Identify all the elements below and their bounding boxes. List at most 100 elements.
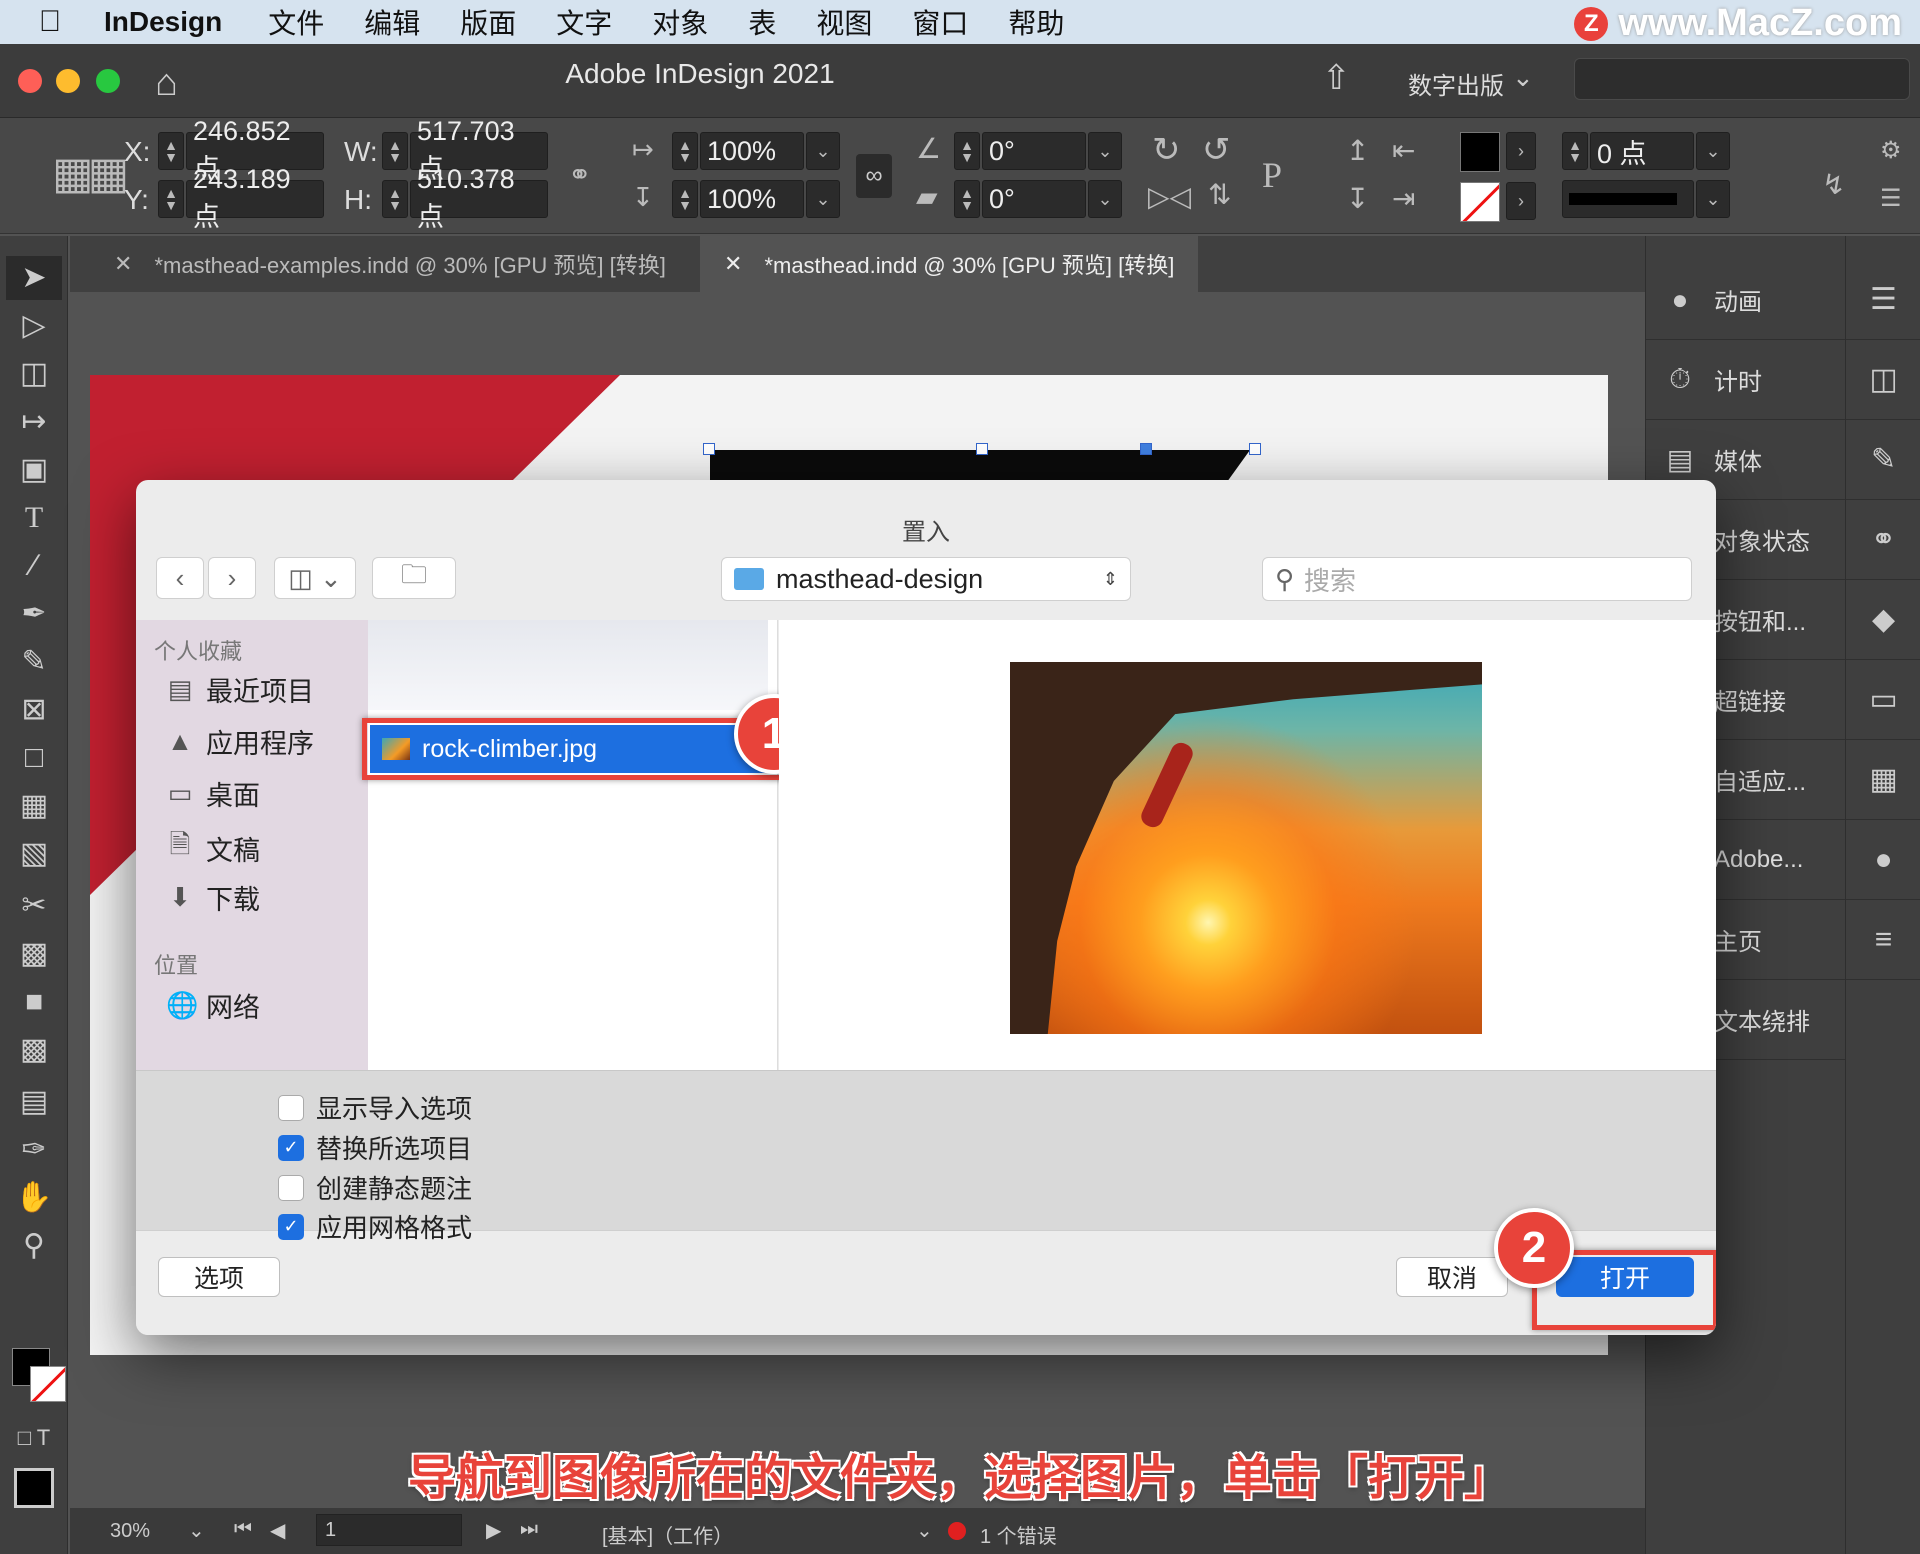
rectangle-frame-tool-icon[interactable]: ⊠ [0,688,68,732]
back-button[interactable]: ‹ [156,557,204,599]
pages-panel-icon[interactable]: ◫ [1846,340,1920,420]
table-tool-icon[interactable]: ▦ [0,784,68,828]
scale-x-stepper[interactable]: ▲ ▼ [672,132,698,170]
close-icon[interactable]: ✕ [724,251,742,277]
rotate-clockwise-icon[interactable]: ↻ [1152,130,1181,170]
rectangle-tool-icon[interactable]: □ [0,736,68,780]
stroke-type-dropdown[interactable]: ⌄ [1696,180,1730,218]
h-field[interactable]: 510.378 点 [410,164,548,232]
rotate-field[interactable]: 0° [982,132,1086,170]
create-static-captions-checkbox[interactable]: 创建静态题注 [278,1169,472,1206]
menu-edit[interactable]: 编辑 [364,2,420,42]
menu-help[interactable]: 帮助 [1008,2,1064,42]
gap-tool-icon[interactable]: ↦ [0,400,68,444]
first-page-icon[interactable]: ⏮ [234,1518,252,1541]
quick-apply-icon[interactable]: ↯ [1822,168,1845,201]
paragraph-frame-icon[interactable]: P [1262,154,1282,196]
cancel-button[interactable]: 取消 [1396,1257,1508,1297]
panel-menu-icon[interactable]: ☰ [1880,184,1902,213]
stroke-weight-stepper[interactable]: ▲ ▼ [1562,132,1588,170]
menu-layout[interactable]: 版面 [460,2,516,42]
zoom-level[interactable]: 30% [110,1520,150,1543]
scale-y-dropdown[interactable]: ⌄ [806,180,840,218]
rotate-counterclockwise-icon[interactable]: ↺ [1202,130,1231,170]
stroke-color-swatch[interactable] [30,1366,66,1402]
shear-stepper[interactable]: ▲ ▼ [954,180,980,218]
eyedropper-tool-icon[interactable]: ✑ [0,1128,68,1172]
menu-object[interactable]: 对象 [652,2,708,42]
direct-selection-tool-icon[interactable]: ▷ [0,304,68,348]
panel-timing[interactable]: ⏱ 计时 [1646,340,1846,420]
scale-x-field[interactable]: 100% [700,132,804,170]
tab-masthead[interactable]: ✕ *masthead.indd @ 30% [GPU 预览] [转换] [700,236,1199,292]
gradient-feather-tool-icon[interactable]: ▩ [0,1028,68,1072]
cc-libraries-icon[interactable]: ✎ [1846,420,1920,500]
forward-button[interactable]: › [208,557,256,599]
paragraph-styles-icon[interactable]: ≡ [1846,900,1920,980]
stroke-none-swatch[interactable] [1460,182,1500,222]
options-button[interactable]: 选项 [158,1257,280,1297]
content-collector-icon[interactable]: ▣ [0,448,68,492]
stroke-type-field[interactable] [1562,180,1694,218]
sidebar-item-downloads[interactable]: ⬇ 下载 [166,878,260,917]
chevron-down-icon[interactable]: ⌄ [188,1518,205,1543]
stroke-weight-dropdown[interactable]: ⌄ [1696,132,1730,170]
gradient-swatch-tool-icon[interactable]: ■ [0,980,68,1024]
grid-tool-icon[interactable]: ▧ [0,832,68,876]
chevron-down-icon[interactable]: ⌄ [1512,62,1534,93]
y-stepper[interactable]: ▲ ▼ [158,180,184,218]
previous-page-icon[interactable]: ◀ [270,1518,285,1543]
select-previous-icon[interactable]: ⇤ [1392,134,1415,167]
app-search-input[interactable] [1574,58,1910,100]
flip-horizontal-icon[interactable]: ▷◁ [1148,180,1191,213]
swatches-icon[interactable]: ▦ [1846,740,1920,820]
fill-swatch[interactable] [1460,132,1500,172]
close-icon[interactable]: ✕ [114,251,132,277]
scale-y-stepper[interactable]: ▲ ▼ [672,180,698,218]
apply-grid-format-checkbox[interactable]: ✓ 应用网格格式 [278,1208,472,1245]
stroke-dropdown[interactable]: › [1506,182,1536,220]
workspace-switcher[interactable]: 数字出版 [1408,66,1504,101]
chevron-down-icon[interactable]: ⌄ [916,1518,933,1543]
tab-masthead-examples[interactable]: ✕ *masthead-examples.indd @ 30% [GPU 预览]… [90,236,690,292]
free-transform-tool-icon[interactable]: ▩ [0,932,68,976]
select-container-icon[interactable]: ↥ [1346,134,1369,167]
sidebar-item-recents[interactable]: ▤ 最近项目 [166,670,314,709]
select-content-icon[interactable]: ↧ [1346,182,1369,215]
selection-handle[interactable] [1140,443,1152,455]
type-tool-icon[interactable]: T [0,496,68,540]
sidebar-item-documents[interactable]: 🗎 文稿 [166,826,260,870]
menu-view[interactable]: 视图 [816,2,872,42]
x-stepper[interactable]: ▲ ▼ [158,132,184,170]
properties-icon[interactable]: ☰ [1846,260,1920,340]
menu-app-name[interactable]: InDesign [104,6,222,38]
y-field[interactable]: 243.189 点 [186,164,324,232]
selection-handle[interactable] [976,443,988,455]
links-icon[interactable]: ⚭ [1846,500,1920,580]
location-popup[interactable]: masthead-design ⇕ [721,557,1131,601]
sidebar-item-applications[interactable]: ▲ 应用程序 [166,722,314,761]
apple-icon[interactable]:  [20,5,80,39]
panel-animation[interactable]: ● 动画 [1646,260,1846,340]
zoom-tool-icon[interactable]: ⚲ [0,1224,68,1268]
share-icon[interactable]: ⇧ [1322,58,1351,98]
flip-vertical-icon[interactable]: ⇅ [1208,178,1231,211]
layers-icon[interactable]: ◆ [1846,580,1920,660]
last-page-icon[interactable]: ⏭ [520,1518,538,1541]
stroke-panel-icon[interactable]: ▭ [1846,660,1920,740]
pen-tool-icon[interactable]: ✒ [0,592,68,636]
w-stepper[interactable]: ▲ ▼ [382,132,408,170]
page-number-field[interactable]: 1 [316,1514,462,1546]
menu-file[interactable]: 文件 [268,2,324,42]
replace-selected-item-checkbox[interactable]: ✓ 替换所选项目 [278,1129,472,1166]
checkbox[interactable] [278,1174,304,1201]
select-next-icon[interactable]: ⇥ [1392,182,1415,215]
rotate-stepper[interactable]: ▲ ▼ [954,132,980,170]
new-folder-button[interactable]: 🗀 [372,557,456,599]
sidebar-item-network[interactable]: 🌐 网络 [166,986,260,1025]
checkbox[interactable]: ✓ [278,1134,304,1161]
scale-y-field[interactable]: 100% [700,180,804,218]
view-mode-button[interactable]: ◫ ⌄ [274,557,356,599]
scale-x-dropdown[interactable]: ⌄ [806,132,840,170]
menu-window[interactable]: 窗口 [912,2,968,42]
